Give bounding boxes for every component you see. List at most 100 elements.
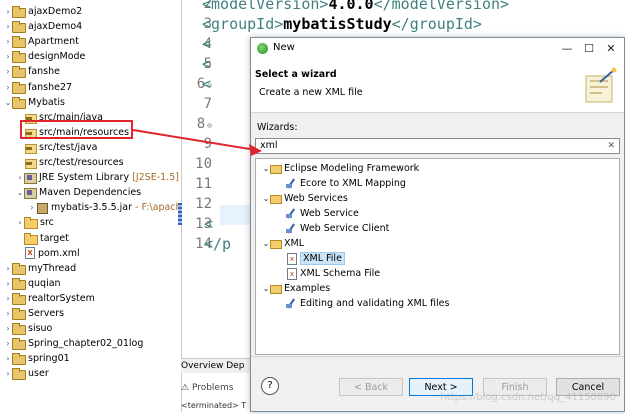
code-line[interactable]: <: [202, 74, 211, 94]
tree-item-decoration: [J2SE-1.5]: [132, 172, 179, 184]
wizard-icon: [286, 223, 297, 234]
tree-item[interactable]: src/test/java: [16, 140, 97, 155]
xml-close-tag: </groupId>: [391, 15, 482, 33]
wizard-item[interactable]: Web Service Client: [286, 221, 389, 236]
wizard-category[interactable]: ⌄ XML: [262, 236, 304, 251]
project-icon: [12, 96, 26, 109]
xml-file-icon: [24, 247, 35, 260]
wizard-item-label: XML Schema File: [300, 268, 381, 279]
tree-item[interactable]: › designMode: [4, 49, 85, 64]
collapsed-twistie-icon[interactable]: ›: [4, 80, 12, 95]
tree-item[interactable]: ⌄ Mybatis: [4, 95, 65, 110]
tree-item[interactable]: › spring01: [4, 351, 70, 366]
line-number: 12: [182, 194, 212, 214]
line-number-value: 9: [203, 136, 212, 152]
collapsed-twistie-icon[interactable]: ›: [4, 321, 12, 336]
tree-item-label: JRE System Library: [39, 172, 130, 184]
wizard-item[interactable]: Web Service: [286, 206, 359, 221]
tree-item-label: src/test/resources: [39, 157, 124, 168]
wizard-item[interactable]: XML Schema File: [286, 266, 380, 281]
collapsed-twistie-icon[interactable]: ›: [4, 366, 12, 381]
wizard-category[interactable]: ⌄ Examples: [262, 281, 330, 296]
collapsed-twistie-icon[interactable]: ›: [16, 170, 24, 185]
source-folder-icon: [24, 142, 37, 154]
tree-item[interactable]: › myThread: [4, 261, 76, 276]
minimize-button[interactable]: —: [556, 40, 578, 58]
tree-item[interactable]: › ajaxDemo2: [4, 4, 82, 19]
tree-item[interactable]: target: [16, 231, 69, 246]
collapsed-twistie-icon[interactable]: ›: [4, 49, 12, 64]
wizard-filter-input[interactable]: xml ✕: [255, 138, 620, 154]
wizard-item[interactable]: Ecore to XML Mapping: [286, 176, 406, 191]
tree-item-label: fanshe: [28, 66, 61, 78]
project-icon: [12, 368, 26, 381]
tree-item[interactable]: › realtorSystem: [4, 291, 95, 306]
xml-tag: <modelVersion>: [202, 0, 329, 13]
tree-item[interactable]: › src: [16, 215, 54, 230]
close-button[interactable]: ✕: [600, 40, 622, 58]
code-line[interactable]: <: [204, 214, 213, 234]
collapsed-twistie-icon[interactable]: ›: [4, 276, 12, 291]
collapsed-twistie-icon[interactable]: ›: [16, 215, 24, 230]
expanded-twistie-icon[interactable]: ⌄: [4, 95, 12, 110]
tree-item-label: src/test/java: [39, 141, 98, 153]
code-line[interactable]: <: [202, 54, 211, 74]
expanded-twistie-icon[interactable]: ⌄: [262, 281, 270, 296]
collapsed-twistie-icon[interactable]: ›: [28, 200, 36, 215]
wizard-item[interactable]: XML File: [286, 251, 345, 266]
tree-item[interactable]: › JRE System Library [J2SE-1.5]: [16, 170, 179, 185]
tree-item[interactable]: › fanshe27: [4, 80, 72, 95]
wizard-tree[interactable]: ⌄ Eclipse Modeling Framework Ecore to XML …: [255, 158, 620, 355]
back-button[interactable]: < Back: [339, 378, 403, 396]
expanded-twistie-icon[interactable]: ⌄: [262, 161, 270, 176]
collapsed-twistie-icon[interactable]: ›: [4, 261, 12, 276]
tree-item[interactable]: › mybatis-3.5.5.jar - F:\apach: [28, 200, 182, 215]
tree-item[interactable]: src/test/resources: [16, 155, 124, 170]
wizard-item[interactable]: Editing and validating XML files: [286, 296, 449, 311]
tree-item[interactable]: › sisuo: [4, 321, 52, 336]
tree-item[interactable]: › Servers: [4, 306, 64, 321]
expanded-twistie-icon[interactable]: ⌄: [16, 185, 24, 200]
problems-tab[interactable]: ⚠ Problems: [181, 380, 251, 396]
collapsed-twistie-icon[interactable]: ›: [4, 306, 12, 321]
xml-tag: <: [202, 55, 212, 73]
editor-bottom-tabs[interactable]: Overview Dep: [181, 358, 251, 373]
line-number: 10: [182, 154, 212, 174]
collapsed-twistie-icon[interactable]: ›: [4, 4, 12, 19]
fold-toggle-icon[interactable]: ⊖: [207, 121, 212, 130]
tree-item[interactable]: › ajaxDemo4: [4, 19, 82, 34]
collapsed-twistie-icon[interactable]: ›: [4, 19, 12, 34]
new-wizard-dialog[interactable]: New — ☐ ✕ Select a wizard Create a new X…: [250, 37, 625, 412]
code-line[interactable]: <: [202, 34, 211, 54]
wizard-category[interactable]: ⌄ Eclipse Modeling Framework: [262, 161, 419, 176]
collapsed-twistie-icon[interactable]: ›: [4, 64, 12, 79]
collapsed-twistie-icon[interactable]: ›: [4, 336, 12, 351]
wizard-icon: [286, 208, 297, 219]
tree-item[interactable]: › quqian: [4, 276, 61, 291]
expanded-twistie-icon[interactable]: ⌄: [262, 236, 270, 251]
code-line[interactable]: <groupId>mybatisStudy</groupId>: [202, 14, 482, 34]
dialog-titlebar[interactable]: New — ☐ ✕: [251, 38, 624, 60]
help-button[interactable]: ?: [261, 377, 279, 395]
wizard-category[interactable]: ⌄ Web Services: [262, 191, 348, 206]
tree-item[interactable]: pom.xml: [16, 246, 80, 261]
tree-item[interactable]: › fanshe: [4, 64, 60, 79]
tree-item[interactable]: ⌄ Maven Dependencies: [16, 185, 141, 200]
folder-icon: [270, 283, 282, 294]
project-icon: [12, 6, 26, 18]
tree-item[interactable]: › Apartment: [4, 34, 79, 49]
collapsed-twistie-icon[interactable]: ›: [4, 34, 12, 49]
tree-item-label: designMode: [28, 51, 86, 63]
maximize-button[interactable]: ☐: [578, 40, 600, 58]
tree-item[interactable]: › user: [4, 366, 49, 381]
line-number-value: 12: [195, 196, 212, 212]
xml-tag: <: [202, 35, 212, 53]
code-line[interactable]: </p: [204, 234, 231, 254]
clear-filter-icon[interactable]: ✕: [607, 139, 615, 153]
jar-icon: [36, 202, 48, 215]
collapsed-twistie-icon[interactable]: ›: [4, 291, 12, 306]
tree-item[interactable]: › Spring_chapter02_01log: [4, 336, 143, 351]
expanded-twistie-icon[interactable]: ⌄: [262, 191, 270, 206]
code-line[interactable]: <modelVersion>4.0.0</modelVersion>: [202, 0, 509, 14]
collapsed-twistie-icon[interactable]: ›: [4, 351, 12, 366]
